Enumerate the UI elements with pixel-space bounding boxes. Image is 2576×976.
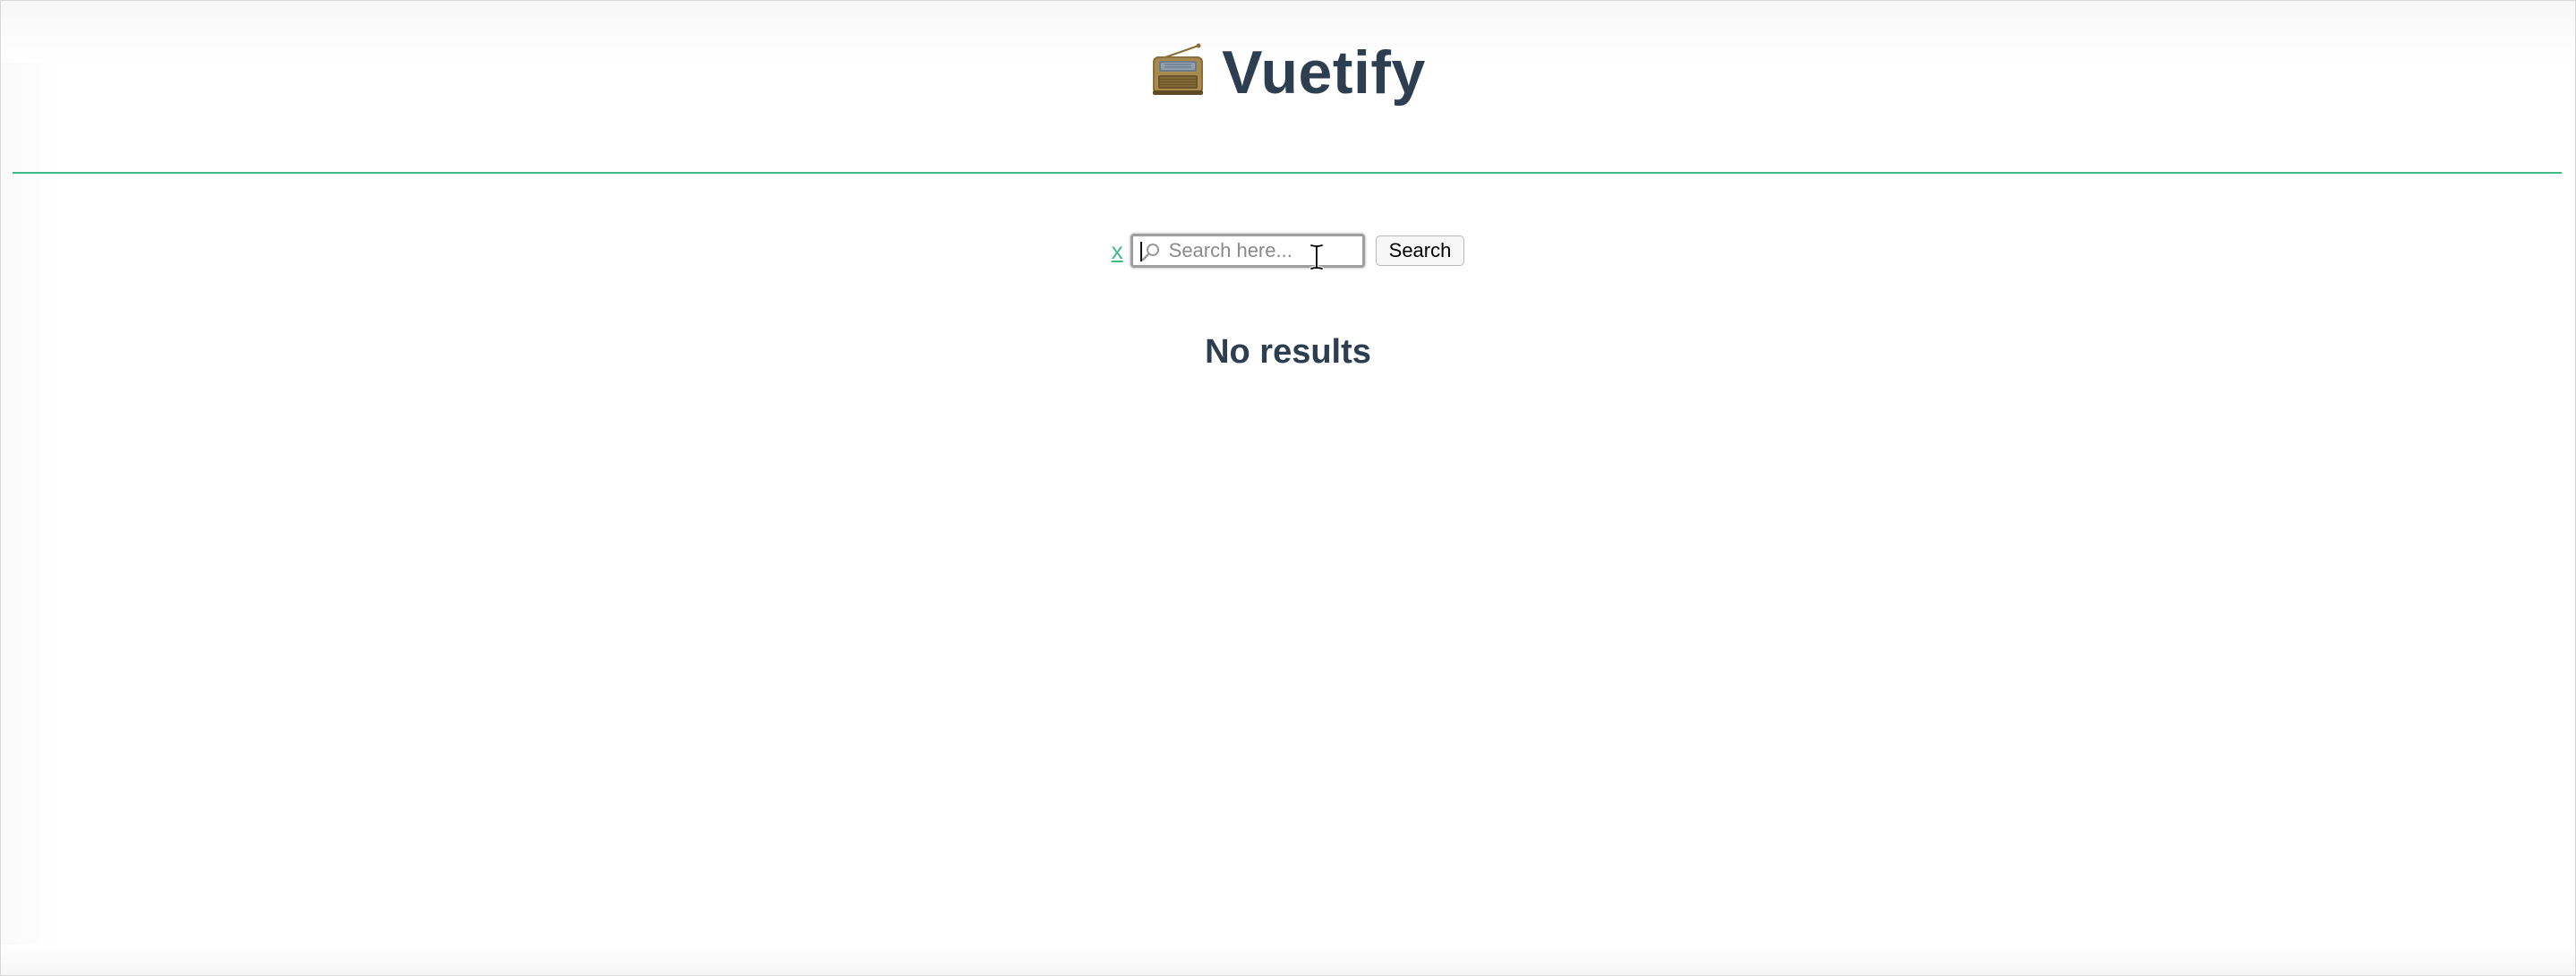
- search-icon: [1141, 244, 1159, 261]
- search-bar: x Search: [0, 231, 2576, 270]
- app-header: Vuetify: [0, 32, 2576, 113]
- frame-shade-left: [1, 63, 58, 949]
- header-divider: [13, 172, 2562, 174]
- search-button[interactable]: Search: [1375, 235, 1465, 266]
- search-field[interactable]: [1130, 234, 1365, 268]
- app-title: Vuetify: [1222, 39, 1426, 107]
- clear-search-link[interactable]: x: [1112, 239, 1123, 262]
- text-caret: [1139, 242, 1142, 261]
- text-cursor-icon: [1309, 244, 1324, 270]
- browser-frame: [0, 0, 2576, 976]
- frame-shade-bottom: [1, 945, 2575, 975]
- no-results-message: No results: [1205, 333, 1371, 371]
- radio-icon: [1153, 43, 1204, 95]
